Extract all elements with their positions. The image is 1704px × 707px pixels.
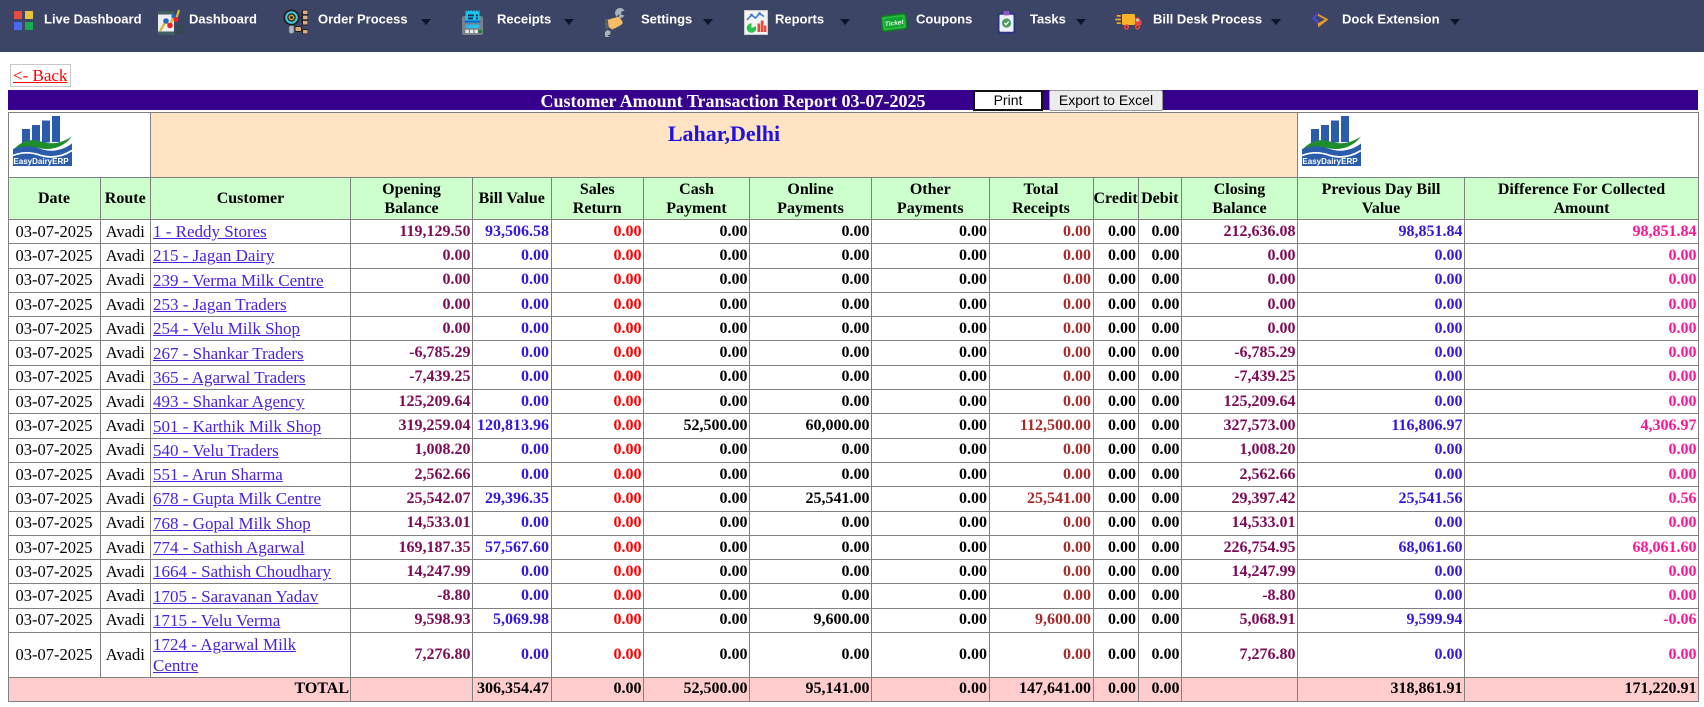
svg-text:EasyDairyERP: EasyDairyERP: [13, 157, 69, 166]
svg-text:EasyDairyERP: EasyDairyERP: [1302, 157, 1358, 166]
